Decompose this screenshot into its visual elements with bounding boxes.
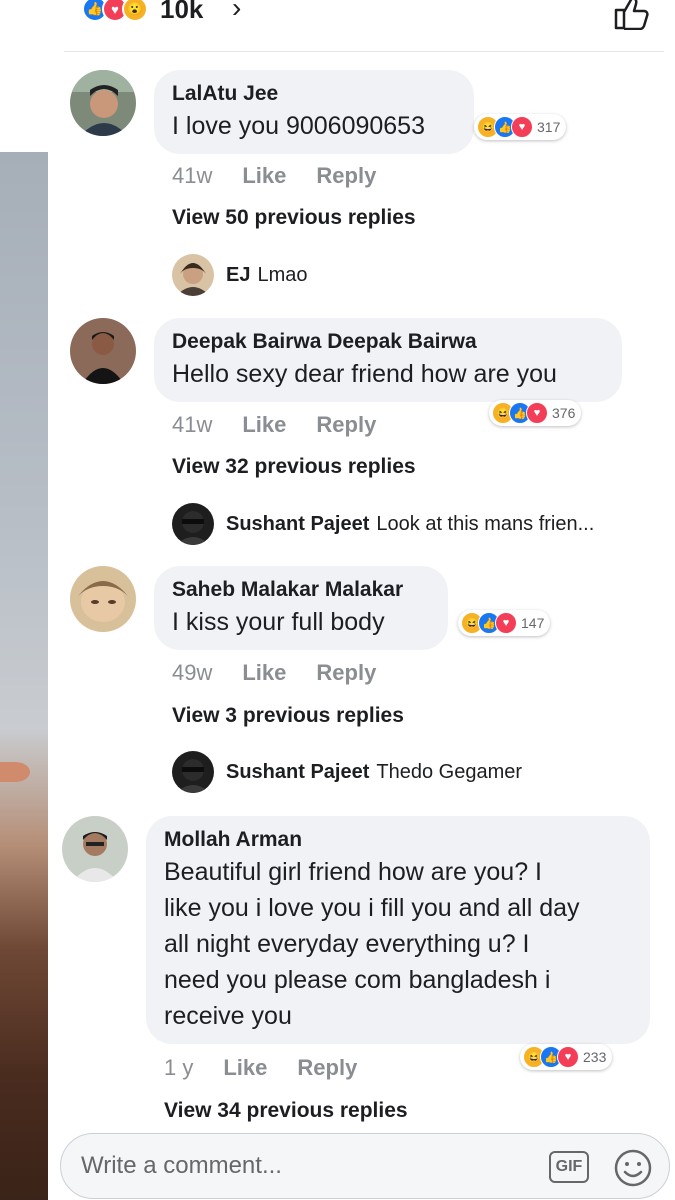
thumbs-up-icon[interactable] — [612, 0, 652, 30]
wow-icon: 😮 — [122, 0, 148, 22]
reactions-bar: 👍 ♥ 😮 10k › — [64, 0, 664, 52]
comment-text: I love you 9006090653 — [172, 112, 425, 140]
comment-composer[interactable]: Write a comment... GIF — [60, 1133, 670, 1199]
reply-button[interactable]: Reply — [297, 1055, 357, 1081]
top-reactions-summary[interactable]: 👍 ♥ 😮 — [82, 0, 148, 22]
avatar[interactable] — [70, 566, 136, 632]
comment-text: Hello sexy dear friend how are you — [172, 360, 557, 388]
comment-reactions[interactable]: 😆 👍 ♥ 233 — [520, 1044, 613, 1070]
view-previous-replies[interactable]: View 3 previous replies — [172, 704, 404, 728]
comment-bubble: Saheb Malakar Malakar I kiss your full b… — [154, 566, 448, 650]
reply-button[interactable]: Reply — [316, 163, 376, 189]
timestamp: 1 y — [164, 1055, 194, 1080]
comment-text-line: need you please com bangladesh i — [164, 966, 551, 994]
reply-text: Look at this mans frien... — [376, 512, 595, 535]
reaction-count: 147 — [521, 615, 545, 631]
avatar[interactable] — [62, 816, 128, 882]
background-photo — [0, 0, 48, 1200]
comment-text-line: like you i love you i fill you and all d… — [164, 894, 580, 922]
reply-author[interactable]: Sushant Pajeet — [226, 513, 369, 536]
commenter-name[interactable]: Mollah Arman — [164, 828, 632, 852]
chevron-right-icon[interactable]: › — [232, 0, 241, 24]
reply-preview[interactable]: Sushant Pajeet Look at this mans frien..… — [172, 503, 594, 545]
comment-text-line: Beautiful girl friend how are you? I — [164, 858, 542, 886]
timestamp: 41w — [172, 412, 213, 437]
commenter-name[interactable]: Deepak Bairwa Deepak Bairwa — [172, 330, 604, 354]
avatar[interactable] — [70, 318, 136, 384]
comment-meta: 41w Like Reply — [172, 163, 376, 189]
comment-reactions[interactable]: 😆 👍 ♥ 376 — [489, 400, 582, 426]
comment-reactions[interactable]: 😆 👍 ♥ 147 — [458, 610, 551, 636]
comment-text-line: receive you — [164, 1002, 292, 1030]
comment-bubble: Mollah Arman Beautiful girl friend how a… — [146, 816, 650, 1044]
reply-author[interactable]: Sushant Pajeet — [226, 761, 369, 784]
love-icon: ♥ — [511, 116, 533, 138]
reply-text: Thedo Gegamer — [376, 760, 523, 783]
avatar[interactable] — [172, 751, 214, 793]
like-button[interactable]: Like — [223, 1055, 267, 1081]
comment-text-line: all night everyday everything u? I — [164, 930, 530, 958]
timestamp: 49w — [172, 660, 213, 685]
avatar[interactable] — [70, 70, 136, 136]
comment-bubble: LalAtu Jee I love you 9006090653 — [154, 70, 474, 154]
view-previous-replies[interactable]: View 50 previous replies — [172, 206, 416, 230]
reply-author[interactable]: EJ — [226, 264, 250, 287]
commenter-name[interactable]: LalAtu Jee — [172, 82, 456, 106]
comment-input-placeholder[interactable]: Write a comment... — [81, 1152, 282, 1180]
like-button[interactable]: Like — [242, 660, 286, 686]
comments-panel: 👍 ♥ 😮 10k › LalAtu Jee I love you 900609… — [48, 0, 675, 1200]
reply-button[interactable]: Reply — [316, 660, 376, 686]
comment-bubble: Deepak Bairwa Deepak Bairwa Hello sexy d… — [154, 318, 622, 402]
comment-meta: 1 y Like Reply — [164, 1055, 357, 1081]
reply-text: Lmao — [257, 263, 308, 286]
comment-meta: 49w Like Reply — [172, 660, 376, 686]
reaction-count: 376 — [552, 405, 576, 421]
reply-preview[interactable]: Sushant Pajeet Thedo Gegamer — [172, 751, 522, 793]
reply-button[interactable]: Reply — [316, 412, 376, 438]
avatar[interactable] — [172, 503, 214, 545]
like-button[interactable]: Like — [242, 163, 286, 189]
reaction-count: 317 — [537, 119, 561, 135]
reaction-count: 233 — [583, 1049, 607, 1065]
avatar[interactable] — [172, 254, 214, 296]
comment-text: I kiss your full body — [172, 608, 385, 636]
view-previous-replies[interactable]: View 34 previous replies — [164, 1099, 408, 1123]
commenter-name[interactable]: Saheb Malakar Malakar — [172, 578, 430, 602]
love-icon: ♥ — [526, 402, 548, 424]
background-photo-image — [0, 152, 48, 1200]
reply-preview[interactable]: EJ Lmao — [172, 254, 308, 296]
gif-button[interactable]: GIF — [549, 1151, 589, 1183]
timestamp: 41w — [172, 163, 213, 188]
love-icon: ♥ — [557, 1046, 579, 1068]
love-icon: ♥ — [495, 612, 517, 634]
like-button[interactable]: Like — [242, 412, 286, 438]
reaction-total[interactable]: 10k — [160, 0, 203, 25]
comment-meta: 41w Like Reply — [172, 412, 376, 438]
emoji-icon[interactable] — [613, 1148, 653, 1188]
comment-reactions[interactable]: 😆 👍 ♥ 317 — [474, 114, 567, 140]
view-previous-replies[interactable]: View 32 previous replies — [172, 455, 416, 479]
